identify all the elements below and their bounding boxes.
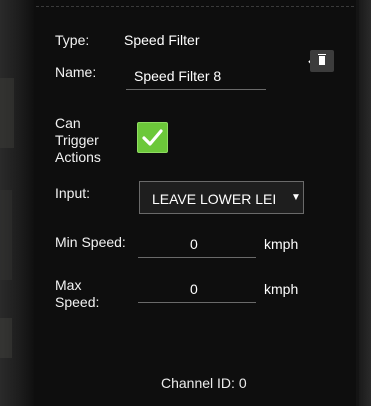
min-speed-label: Min Speed: [55, 234, 126, 250]
min-speed-underline [138, 257, 256, 258]
can-trigger-label-line1: Can [55, 115, 81, 131]
panel-divider [36, 6, 354, 7]
caret-down-icon: ▼ [291, 192, 301, 203]
input-label: Input: [55, 185, 91, 201]
name-field[interactable]: Speed Filter 8 [134, 68, 221, 84]
max-speed-unit: kmph [264, 281, 299, 297]
background-blur-patch [0, 78, 14, 148]
min-speed-unit: kmph [264, 236, 299, 252]
can-trigger-label-line3: Actions [55, 149, 101, 165]
can-trigger-label-line2: Trigger [55, 132, 99, 148]
type-value: Speed Filter [124, 32, 200, 48]
can-trigger-actions-checkbox[interactable] [137, 122, 168, 153]
background-right-strip [359, 0, 371, 406]
type-label: Type: [55, 32, 90, 48]
max-speed-underline [138, 302, 256, 303]
input-select-value: LEAVE LOWER LEI [152, 191, 277, 207]
name-label: Name: [55, 64, 97, 80]
background-blur-patch [0, 318, 12, 358]
max-speed-label-line1: Max [55, 277, 82, 293]
channel-id-text: Channel ID: 0 [161, 375, 247, 391]
input-select[interactable]: LEAVE LOWER LEI ▼ [139, 181, 304, 214]
trash-icon [319, 56, 325, 65]
background-blur-patch [0, 190, 12, 280]
name-field-underline [126, 89, 266, 90]
delete-button[interactable] [310, 50, 334, 72]
checkmark-icon [142, 129, 163, 146]
min-speed-input[interactable]: 0 [190, 236, 198, 252]
max-speed-input[interactable]: 0 [190, 281, 198, 297]
max-speed-label-line2: Speed: [55, 294, 100, 310]
trash-icon-lid [318, 54, 326, 55]
background-left-strip [0, 0, 34, 406]
